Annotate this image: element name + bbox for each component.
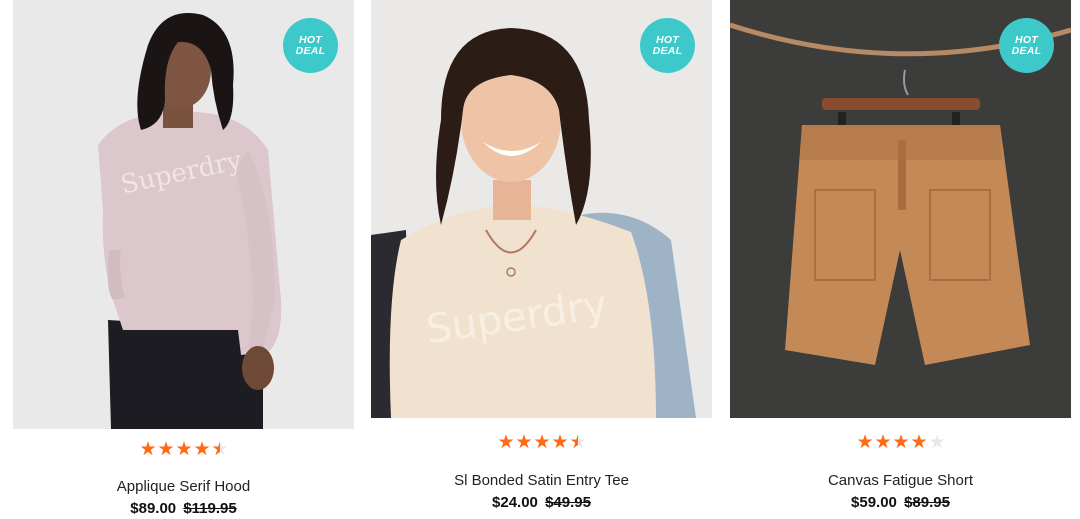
sale-price: $89.00 (130, 500, 177, 517)
star-rating: ★ ★ ★ ★ ★ ★ ★ ★ ★ (730, 433, 1071, 452)
star-icon: ★★ (874, 432, 892, 453)
star-icon: ★ (928, 432, 946, 453)
hot-deal-badge: HOT DEAL (640, 18, 695, 73)
star-icon: ★★ (892, 432, 910, 453)
badge-line2: DEAL (295, 44, 326, 57)
star-rating: ★★★★★★★★★★ (13, 440, 354, 459)
product-card[interactable]: HOT DEAL ★ ★ ★ ★ ★ ★ ★ ★ ★ Canvas Fatigue Short … (730, 0, 1071, 511)
sale-price: $24.00 (492, 494, 538, 511)
price-row: $59.00 $89.95 (730, 494, 1071, 511)
star-icon: ★★ (139, 439, 157, 460)
original-price: $119.95 (183, 500, 237, 517)
badge-line2: DEAL (1011, 44, 1042, 57)
product-card[interactable]: Superdry HOT DEAL ★★★★★★★★★★ Sl Bonded S… (371, 0, 712, 511)
star-icon: ★★ (569, 432, 587, 453)
sale-price: $59.00 (851, 494, 897, 511)
product-image-tee[interactable]: Superdry HOT DEAL (371, 0, 712, 418)
product-name[interactable]: Applique Serif Hood (13, 478, 354, 495)
star-icon: ★★ (157, 439, 175, 460)
star-icon: ★★ (515, 432, 533, 453)
star-icon: ★★ (533, 432, 551, 453)
hot-deal-badge: HOT DEAL (999, 18, 1054, 73)
original-price: $89.95 (904, 494, 950, 511)
hot-deal-badge: HOT DEAL (283, 18, 338, 73)
star-rating: ★★★★★★★★★★ (371, 433, 712, 452)
product-image-shorts[interactable]: HOT DEAL (730, 0, 1071, 418)
star-icon: ★★ (497, 432, 515, 453)
star-icon: ★★ (551, 432, 569, 453)
product-grid: Superdry HOT DEAL ★★★★★★★★★★ Applique Se… (0, 0, 1080, 519)
badge-line2: DEAL (652, 44, 683, 57)
product-image-hoodie[interactable]: Superdry HOT DEAL (13, 0, 354, 429)
star-icon: ★★ (175, 439, 193, 460)
star-icon: ★★ (211, 439, 229, 460)
product-name[interactable]: Canvas Fatigue Short (730, 472, 1071, 489)
badge-line1: HOT (655, 33, 680, 46)
star-icon: ★★ (193, 439, 211, 460)
badge-line1: HOT (1014, 33, 1039, 46)
original-price: $49.95 (545, 494, 591, 511)
star-icon: ★★ (856, 432, 874, 453)
star-icon: ★★ (910, 432, 928, 453)
product-name[interactable]: Sl Bonded Satin Entry Tee (371, 472, 712, 489)
price-row: $24.00 $49.95 (371, 494, 712, 511)
badge-line1: HOT (298, 33, 323, 46)
product-card[interactable]: Superdry HOT DEAL ★★★★★★★★★★ Applique Se… (13, 0, 354, 517)
price-row: $89.00 $119.95 (13, 500, 354, 517)
